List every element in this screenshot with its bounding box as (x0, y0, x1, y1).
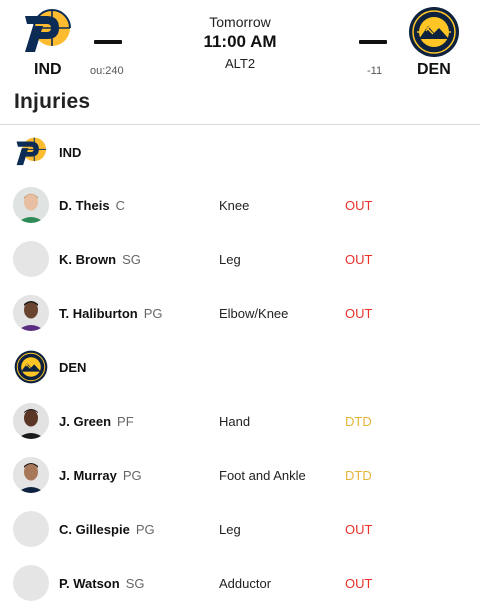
injury-type: Leg (219, 252, 241, 267)
game-day: Tomorrow (209, 14, 271, 30)
player-position: PG (135, 522, 155, 537)
player-name: D. Theis C (59, 198, 125, 213)
player-position: SG (122, 252, 141, 267)
player-row[interactable]: T. Haliburton PG Elbow/Knee OUT (0, 295, 480, 349)
injury-status: OUT (345, 198, 373, 213)
player-avatar-placeholder (13, 565, 49, 601)
player-position: PG (143, 306, 163, 321)
injury-type: Elbow/Knee (219, 306, 289, 321)
injury-status: DTD (345, 468, 372, 483)
injuries-title: Injuries (14, 90, 91, 113)
injury-type: Hand (219, 414, 251, 429)
player-row[interactable]: J. Green PF Hand DTD (0, 403, 480, 457)
nuggets-logo-icon (14, 350, 48, 384)
away-score-dash (359, 40, 387, 44)
player-position: SG (125, 576, 145, 591)
player-avatar-placeholder (13, 241, 49, 277)
player-avatar (13, 457, 49, 493)
injury-type: Leg (219, 522, 241, 537)
section-divider (0, 124, 480, 125)
injury-status: OUT (345, 522, 373, 537)
injury-status: OUT (345, 576, 373, 591)
game-time: 11:00 AM (203, 32, 277, 51)
team-row-den: DEN (0, 348, 480, 388)
player-avatar (13, 295, 49, 331)
spread-odds: -11 (367, 65, 383, 77)
home-team-abbr: IND (34, 61, 62, 78)
home-score-dash (94, 40, 122, 44)
pacers-logo-icon (25, 9, 71, 52)
player-row[interactable]: J. Murray PG Foot and Ankle DTD (0, 457, 480, 511)
player-name: P. Watson SG (59, 576, 145, 591)
player-name: T. Haliburton PG (59, 306, 163, 321)
player-row[interactable]: C. Gillespie PG Leg OUT (0, 511, 480, 565)
player-row[interactable]: D. Theis C Knee OUT (0, 187, 480, 241)
player-name: J. Green PF (59, 414, 134, 429)
player-row[interactable]: K. Brown SG Leg OUT (0, 241, 480, 295)
team-name: IND (59, 145, 82, 160)
player-name: J. Murray PG (59, 468, 142, 483)
player-position: PG (122, 468, 142, 483)
player-name: C. Gillespie PG (59, 522, 155, 537)
injury-type: Adductor (219, 576, 272, 591)
pacers-logo-icon (16, 137, 47, 166)
injury-status: DTD (345, 414, 372, 429)
player-position: PF (117, 414, 134, 429)
team-name: DEN (59, 360, 87, 375)
player-avatar-placeholder (13, 511, 49, 547)
injury-status: OUT (345, 306, 373, 321)
player-avatar (13, 187, 49, 223)
over-under-odds: ou:240 (90, 65, 124, 77)
player-name: K. Brown SG (59, 252, 141, 267)
nuggets-logo-icon (409, 7, 459, 57)
player-row[interactable]: P. Watson SG Adductor OUT (0, 565, 480, 613)
game-header[interactable]: IND ou:240 Tomorrow 11:00 AM ALT2 -11 DE… (0, 0, 480, 88)
game-channel: ALT2 (224, 56, 256, 71)
injury-type: Foot and Ankle (219, 468, 306, 483)
injury-type: Knee (219, 198, 250, 213)
player-position: C (115, 198, 125, 213)
player-avatar (13, 403, 49, 439)
away-team-abbr: DEN (417, 61, 451, 78)
team-row-ind: IND (0, 133, 480, 173)
injury-status: OUT (345, 252, 373, 267)
